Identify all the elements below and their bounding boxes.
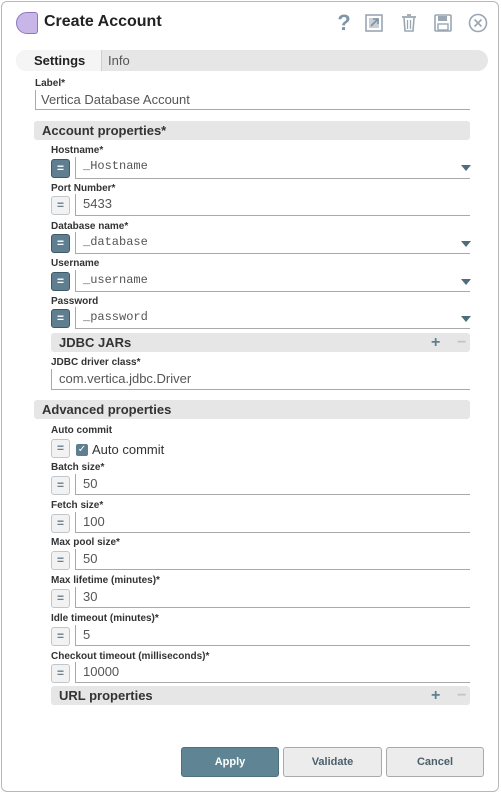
checkout-timeout-input-underline	[75, 682, 470, 683]
password-label: Password	[51, 296, 99, 307]
url-properties-add-button[interactable]: +	[431, 686, 440, 705]
max-lifetime-expression-toggle[interactable]: =	[51, 589, 70, 608]
fetch-size-input[interactable]: 100	[83, 514, 105, 529]
export-icon[interactable]	[363, 12, 385, 34]
label-field-label: Label*	[35, 78, 66, 89]
username-input[interactable]: _username	[83, 273, 148, 287]
port-input[interactable]: 5433	[83, 196, 112, 211]
close-icon[interactable]	[467, 12, 489, 34]
port-label: Port Number*	[51, 183, 116, 194]
max-lifetime-input-border	[75, 587, 76, 607]
tab-settings[interactable]: Settings	[16, 50, 102, 71]
batch-size-input-border	[75, 474, 76, 494]
apply-button[interactable]: Apply	[181, 747, 279, 777]
username-expression-toggle[interactable]: =	[51, 272, 70, 291]
fetch-size-input-border	[75, 512, 76, 532]
validate-button[interactable]: Validate	[283, 747, 382, 777]
database-input-border	[75, 232, 76, 253]
fetch-size-expression-toggle[interactable]: =	[51, 514, 70, 533]
database-dropdown-icon[interactable]	[461, 241, 471, 247]
checkout-timeout-input[interactable]: 10000	[83, 664, 119, 679]
dialog-header: Create Account ?	[2, 2, 498, 44]
username-input-underline	[75, 291, 470, 292]
password-input[interactable]: _password	[83, 310, 148, 324]
auto-commit-checkbox[interactable]: ✓	[76, 444, 88, 456]
max-pool-size-input-underline	[75, 569, 470, 570]
save-icon[interactable]	[432, 12, 454, 34]
batch-size-expression-toggle[interactable]: =	[51, 476, 70, 495]
jdbc-jars-remove-button[interactable]: −	[457, 333, 466, 352]
password-input-border	[75, 307, 76, 328]
auto-commit-label: Auto commit	[51, 425, 113, 436]
port-expression-toggle[interactable]: =	[51, 196, 70, 215]
hostname-input[interactable]: _Hostname	[83, 159, 148, 173]
batch-size-label: Batch size*	[51, 462, 105, 473]
max-pool-size-expression-toggle[interactable]: =	[51, 551, 70, 570]
auto-commit-checkbox-label: Auto commit	[92, 442, 165, 457]
checkout-timeout-expression-toggle[interactable]: =	[51, 664, 70, 683]
dialog-title: Create Account	[44, 13, 162, 30]
jdbc-driver-label: JDBC driver class*	[51, 357, 141, 368]
password-input-underline	[75, 328, 470, 329]
hostname-dropdown-icon[interactable]	[461, 165, 471, 171]
max-pool-size-label: Max pool size*	[51, 537, 120, 548]
trash-icon[interactable]	[398, 12, 420, 34]
label-input[interactable]: Vertica Database Account	[41, 92, 190, 107]
port-input-border	[75, 194, 76, 215]
jdbc-driver-input[interactable]: com.vertica.jdbc.Driver	[59, 371, 191, 386]
username-input-border	[75, 270, 76, 291]
max-lifetime-input-underline	[75, 607, 470, 608]
label-input-underline	[35, 109, 470, 110]
database-input[interactable]: _database	[83, 235, 148, 249]
jdbc-jars-add-button[interactable]: +	[431, 333, 440, 352]
database-expression-toggle[interactable]: =	[51, 234, 70, 253]
username-dropdown-icon[interactable]	[461, 279, 471, 285]
password-dropdown-icon[interactable]	[461, 316, 471, 322]
cancel-button[interactable]: Cancel	[386, 747, 484, 777]
database-label: Database name*	[51, 221, 129, 232]
hostname-expression-toggle[interactable]: =	[51, 159, 70, 178]
hostname-label: Hostname*	[51, 145, 104, 156]
checkout-timeout-input-border	[75, 662, 76, 682]
hostname-input-border	[75, 157, 76, 178]
idle-timeout-expression-toggle[interactable]: =	[51, 627, 70, 646]
database-input-underline	[75, 253, 470, 254]
snap-type-icon	[16, 12, 38, 34]
max-pool-size-input[interactable]: 50	[83, 551, 97, 566]
jdbc-driver-input-border	[51, 369, 52, 389]
url-properties-remove-button[interactable]: −	[457, 686, 466, 705]
advanced-properties-header[interactable]: Advanced properties	[34, 400, 470, 419]
tab-bar: Settings Info	[16, 50, 488, 71]
idle-timeout-input-underline	[75, 645, 470, 646]
create-account-dialog: Create Account ? Settings Info Label* Ve…	[1, 1, 499, 792]
account-properties-header[interactable]: Account properties*	[34, 121, 470, 140]
username-label: Username	[51, 258, 100, 269]
batch-size-input[interactable]: 50	[83, 476, 97, 491]
auto-commit-expression-toggle[interactable]: =	[51, 439, 70, 458]
idle-timeout-input[interactable]: 5	[83, 627, 90, 642]
tab-info[interactable]: Info	[108, 50, 130, 71]
max-pool-size-input-border	[75, 549, 76, 569]
url-properties-header: URL properties	[51, 686, 470, 705]
fetch-size-input-underline	[75, 532, 470, 533]
port-input-underline	[75, 215, 470, 216]
jdbc-jars-header: JDBC JARs	[51, 333, 470, 352]
max-lifetime-input[interactable]: 30	[83, 589, 97, 604]
help-icon[interactable]: ?	[333, 12, 355, 34]
idle-timeout-label: Idle timeout (minutes)*	[51, 613, 159, 624]
batch-size-input-underline	[75, 494, 470, 495]
label-input-border	[35, 90, 36, 109]
jdbc-driver-input-underline	[51, 389, 470, 390]
hostname-input-underline	[75, 178, 470, 179]
fetch-size-label: Fetch size*	[51, 500, 104, 511]
password-expression-toggle[interactable]: =	[51, 309, 70, 328]
max-lifetime-label: Max lifetime (minutes)*	[51, 575, 160, 586]
idle-timeout-input-border	[75, 625, 76, 645]
checkout-timeout-label: Checkout timeout (milliseconds)*	[51, 651, 210, 662]
